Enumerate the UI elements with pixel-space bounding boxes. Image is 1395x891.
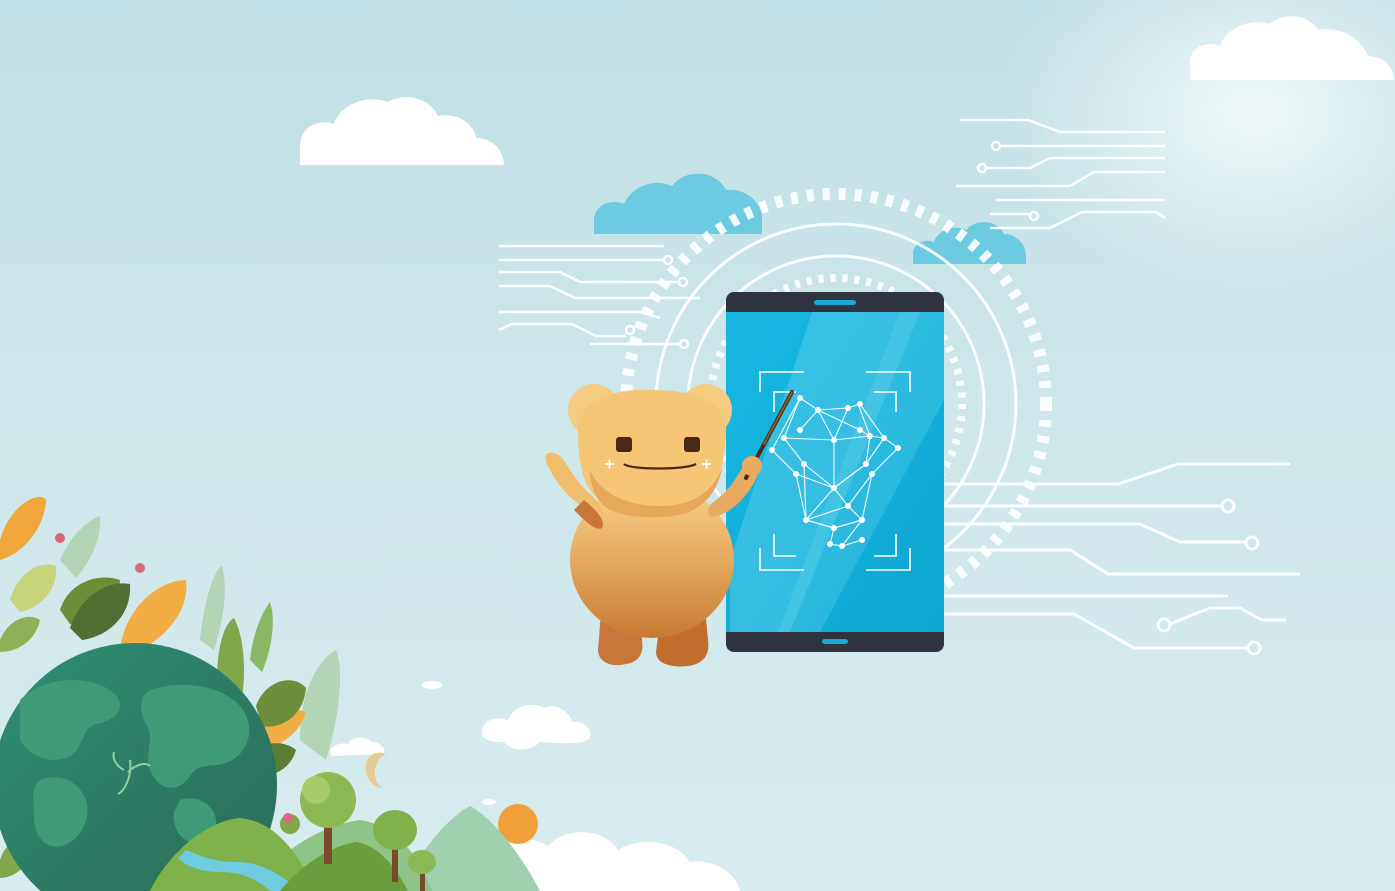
moon-icon <box>365 752 386 788</box>
circuit-lines-icon <box>944 462 1300 656</box>
illustration-artwork <box>0 16 1394 891</box>
illustration-scene <box>0 0 1395 891</box>
phone-speaker <box>814 300 856 305</box>
mascot-eye <box>616 437 632 452</box>
cloud-icon <box>482 704 591 750</box>
cloud-icon <box>1190 16 1394 80</box>
cloud-icon <box>300 97 504 165</box>
phone-home-button <box>822 639 848 644</box>
mascot-eye <box>684 437 700 452</box>
circuit-lines-icon <box>956 118 1166 230</box>
